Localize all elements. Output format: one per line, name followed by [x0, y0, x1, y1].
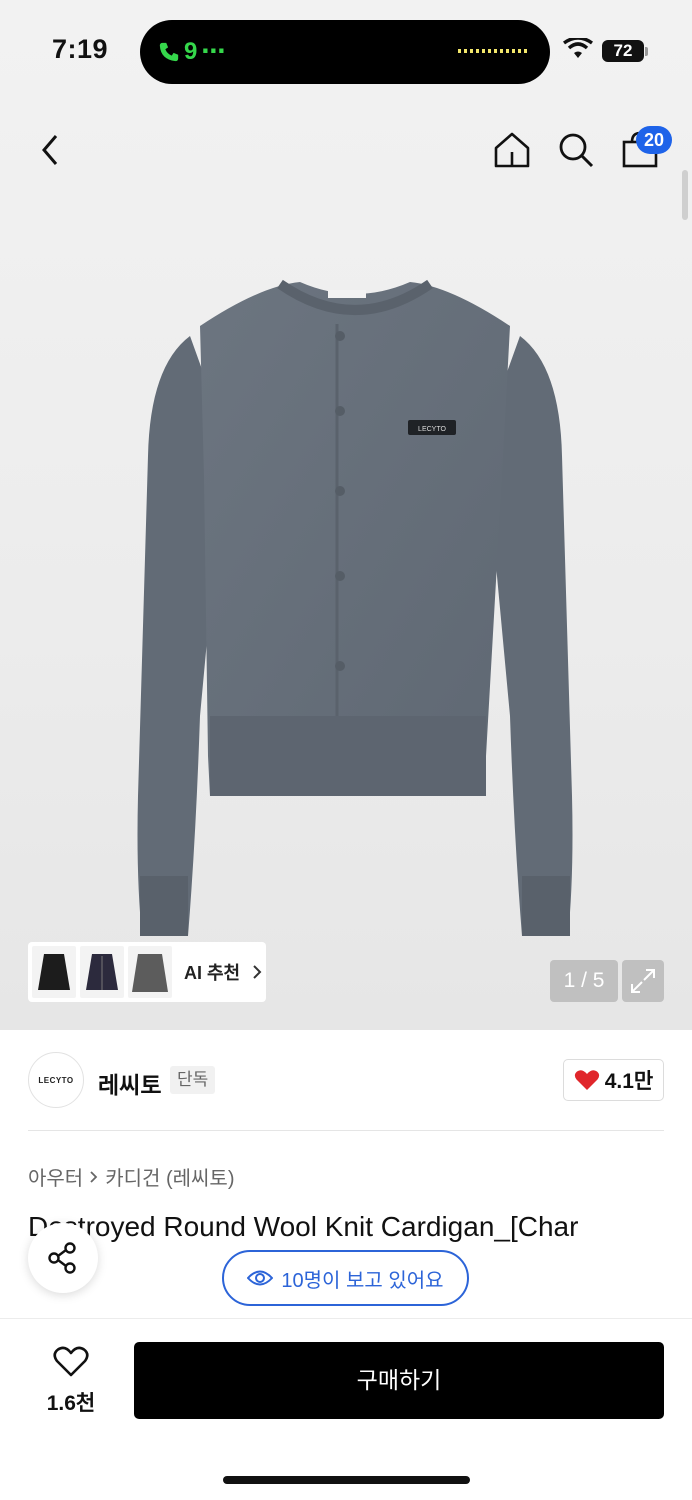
expand-button[interactable]: [622, 960, 664, 1002]
breadcrumb: 아우터 카디건 (레씨토): [28, 1162, 234, 1191]
home-indicator: [223, 1476, 470, 1484]
status-bar: 7:19 9 ⋯ 72: [0, 0, 692, 100]
audio-waveform: [458, 49, 528, 53]
buy-button[interactable]: 구매하기: [134, 1342, 664, 1419]
brand-like-count: 4.1만: [604, 1070, 654, 1093]
svg-text:LECYTO: LECYTO: [418, 426, 446, 433]
divider: [28, 1130, 664, 1131]
ai-thumb-1[interactable]: [32, 946, 76, 998]
status-time: 7:19: [52, 34, 109, 64]
search-icon[interactable]: [556, 130, 596, 170]
call-label: 9: [184, 37, 198, 65]
ai-recommend-label: AI 추천: [184, 963, 241, 983]
ai-recommend-strip[interactable]: AI 추천: [28, 942, 266, 1002]
back-button[interactable]: [34, 130, 70, 170]
home-icon[interactable]: [492, 130, 532, 170]
live-viewers-text: 10명이 보고 있어요: [281, 1269, 444, 1292]
scroll-indicator: [682, 170, 688, 220]
wishlist-button[interactable]: 1.6천: [40, 1346, 102, 1417]
brand-logo[interactable]: LECYTO: [28, 1052, 84, 1108]
exclusive-badge: 단독: [170, 1066, 216, 1094]
wifi-icon: [563, 38, 593, 58]
ai-thumb-3[interactable]: [128, 946, 172, 998]
brand-name[interactable]: 레씨토: [98, 1066, 161, 1100]
battery-indicator: 72: [602, 40, 644, 62]
heart-filled-icon: [574, 1070, 599, 1090]
heart-icon: [53, 1346, 89, 1377]
cart-count-badge: 20: [636, 126, 672, 154]
eye-icon: [247, 1270, 274, 1286]
chevron-right-icon: [253, 965, 262, 979]
dynamic-island[interactable]: 9 ⋯: [140, 20, 550, 84]
breadcrumb-category[interactable]: 아우터: [28, 1162, 83, 1191]
live-viewers-pill[interactable]: 10명이 보고 있어요: [222, 1250, 469, 1306]
image-pager: 1 / 5: [550, 960, 618, 1002]
product-title: Destroyed Round Wool Knit Cardigan_[Char: [28, 1211, 579, 1242]
ai-thumb-2[interactable]: [80, 946, 124, 998]
phone-icon: [159, 42, 179, 61]
call-indicator[interactable]: 9 ⋯: [158, 37, 225, 66]
chevron-right-icon: [90, 1170, 98, 1183]
share-button[interactable]: [28, 1223, 98, 1293]
share-icon: [48, 1242, 76, 1274]
call-dots: ⋯: [201, 38, 226, 65]
product-image[interactable]: LECYTO: [130, 276, 580, 956]
brand-like-button[interactable]: 4.1만: [563, 1059, 664, 1101]
battery-nub: [645, 47, 648, 56]
expand-icon: [631, 969, 655, 993]
breadcrumb-subcategory[interactable]: 카디건 (레씨토): [105, 1162, 234, 1191]
wishlist-count: 1.6천: [46, 1392, 96, 1415]
